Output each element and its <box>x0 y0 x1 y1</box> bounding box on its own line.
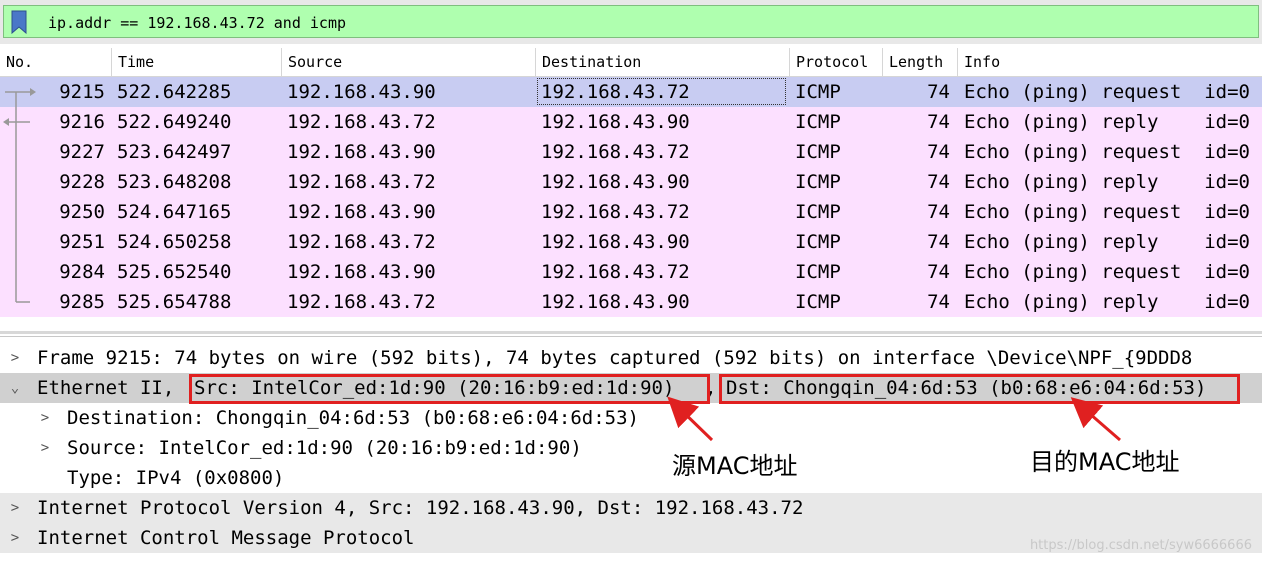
packet-destination: 192.168.43.72 <box>541 81 690 103</box>
packet-destination: 192.168.43.72 <box>541 141 690 163</box>
pane-splitter[interactable] <box>0 317 1262 337</box>
bookmark-icon[interactable] <box>10 10 28 34</box>
packet-source: 192.168.43.90 <box>287 141 436 163</box>
icmp-summary: Internet Control Message Protocol <box>37 527 415 549</box>
packet-source: 192.168.43.72 <box>287 171 436 193</box>
packet-destination: 192.168.43.90 <box>541 111 690 133</box>
ip-summary: Internet Protocol Version 4, Src: 192.16… <box>37 497 804 519</box>
packet-length: 74 <box>927 171 950 193</box>
tree-node-ip[interactable]: > Internet Protocol Version 4, Src: 192.… <box>0 493 1262 523</box>
packet-row[interactable]: 9285 525.654788 192.168.43.72 192.168.43… <box>0 287 1262 317</box>
pane-splitter-handle[interactable] <box>0 331 1262 334</box>
display-filter-toolbar: ip.addr == 192.168.43.72 and icmp <box>0 0 1262 44</box>
tree-node-eth-destination[interactable]: > Destination: Chongqin_04:6d:53 (b0:68:… <box>0 403 1262 433</box>
packet-row[interactable]: 9227 523.642497 192.168.43.90 192.168.43… <box>0 137 1262 167</box>
packet-time: 522.649240 <box>117 111 232 133</box>
packet-row[interactable]: 9215 522.642285 192.168.43.90 192.168.43… <box>0 77 1262 107</box>
display-filter-input[interactable]: ip.addr == 192.168.43.72 and icmp <box>3 5 1259 38</box>
chevron-right-icon[interactable]: > <box>6 523 24 553</box>
frame-summary: Frame 9215: 74 bytes on wire (592 bits),… <box>37 347 1193 369</box>
packet-info: Echo (ping) request id=0 <box>964 81 1250 103</box>
chevron-down-icon[interactable]: ⌄ <box>6 373 24 403</box>
packet-destination: 192.168.43.72 <box>541 261 690 283</box>
packet-protocol: ICMP <box>795 81 841 103</box>
packet-protocol: ICMP <box>795 111 841 133</box>
packet-length: 74 <box>927 81 950 103</box>
column-header-time[interactable]: Time <box>111 48 281 77</box>
packet-time: 525.652540 <box>117 261 232 283</box>
packet-destination: 192.168.43.90 <box>541 291 690 313</box>
packet-source: 192.168.43.90 <box>287 201 436 223</box>
packet-length: 74 <box>927 111 950 133</box>
packet-length: 74 <box>927 291 950 313</box>
src-mac-highlight-box <box>189 374 710 404</box>
packet-time: 523.642497 <box>117 141 232 163</box>
packet-info: Echo (ping) reply id=0 <box>964 291 1250 313</box>
packet-list-header: No. Time Source Destination Protocol Len… <box>0 48 1262 77</box>
eth-type-field: Type: IPv4 (0x0800) <box>67 467 285 489</box>
packet-info: Echo (ping) reply id=0 <box>964 231 1250 253</box>
packet-protocol: ICMP <box>795 231 841 253</box>
packet-destination: 192.168.43.72 <box>541 201 690 223</box>
packet-protocol: ICMP <box>795 261 841 283</box>
packet-row[interactable]: 9284 525.652540 192.168.43.90 192.168.43… <box>0 257 1262 287</box>
packet-info: Echo (ping) request id=0 <box>964 141 1250 163</box>
packet-time: 525.654788 <box>117 291 232 313</box>
column-header-destination[interactable]: Destination <box>535 48 789 77</box>
packet-time: 524.650258 <box>117 231 232 253</box>
filter-text: ip.addr == 192.168.43.72 and icmp <box>48 14 347 32</box>
packet-row[interactable]: 9250 524.647165 192.168.43.90 192.168.43… <box>0 197 1262 227</box>
column-header-protocol[interactable]: Protocol <box>789 48 882 77</box>
packet-row[interactable]: 9228 523.648208 192.168.43.72 192.168.43… <box>0 167 1262 197</box>
packet-source: 192.168.43.72 <box>287 291 436 313</box>
packet-info: Echo (ping) request id=0 <box>964 261 1250 283</box>
packet-destination: 192.168.43.90 <box>541 171 690 193</box>
packet-source: 192.168.43.72 <box>287 231 436 253</box>
annotation-src-mac-label: 源MAC地址 <box>672 452 798 480</box>
packet-protocol: ICMP <box>795 171 841 193</box>
packet-length: 74 <box>927 231 950 253</box>
packet-info: Echo (ping) reply id=0 <box>964 111 1250 133</box>
annotation-dst-mac-label: 目的MAC地址 <box>1030 448 1180 476</box>
packet-source: 192.168.43.90 <box>287 261 436 283</box>
packet-length: 74 <box>927 201 950 223</box>
packet-row[interactable]: 9216 522.649240 192.168.43.72 192.168.43… <box>0 107 1262 137</box>
packet-source: 192.168.43.72 <box>287 111 436 133</box>
packet-list: 9215 522.642285 192.168.43.90 192.168.43… <box>0 77 1262 317</box>
packet-info: Echo (ping) reply id=0 <box>964 171 1250 193</box>
packet-source: 192.168.43.90 <box>287 81 436 103</box>
column-header-source[interactable]: Source <box>281 48 535 77</box>
chevron-right-icon[interactable]: > <box>36 403 54 433</box>
packet-length: 74 <box>927 261 950 283</box>
packet-row[interactable]: 9251 524.650258 192.168.43.72 192.168.43… <box>0 227 1262 257</box>
packet-destination: 192.168.43.90 <box>541 231 690 253</box>
eth-destination-field: Destination: Chongqin_04:6d:53 (b0:68:e6… <box>67 407 639 429</box>
chevron-right-icon[interactable]: > <box>6 343 24 373</box>
chevron-right-icon[interactable]: > <box>36 433 54 463</box>
packet-time: 522.642285 <box>117 81 232 103</box>
chevron-right-icon[interactable]: > <box>6 493 24 523</box>
dst-mac-highlight-box <box>719 374 1240 404</box>
eth-source-field: Source: IntelCor_ed:1d:90 (20:16:b9:ed:1… <box>67 437 582 459</box>
column-header-length[interactable]: Length <box>882 48 957 77</box>
packet-protocol: ICMP <box>795 201 841 223</box>
column-header-no[interactable]: No. <box>0 48 111 77</box>
watermark: https://blog.csdn.net/syw6666666 <box>1029 538 1252 553</box>
conversation-bracket-icon <box>3 88 36 303</box>
tree-node-frame[interactable]: > Frame 9215: 74 bytes on wire (592 bits… <box>0 343 1262 373</box>
packet-time: 524.647165 <box>117 201 232 223</box>
packet-length: 74 <box>927 141 950 163</box>
packet-protocol: ICMP <box>795 291 841 313</box>
packet-protocol: ICMP <box>795 141 841 163</box>
column-header-info[interactable]: Info <box>957 48 1262 77</box>
ethernet-summary-prefix: Ethernet II, <box>37 377 186 399</box>
packet-time: 523.648208 <box>117 171 232 193</box>
packet-info: Echo (ping) request id=0 <box>964 201 1250 223</box>
